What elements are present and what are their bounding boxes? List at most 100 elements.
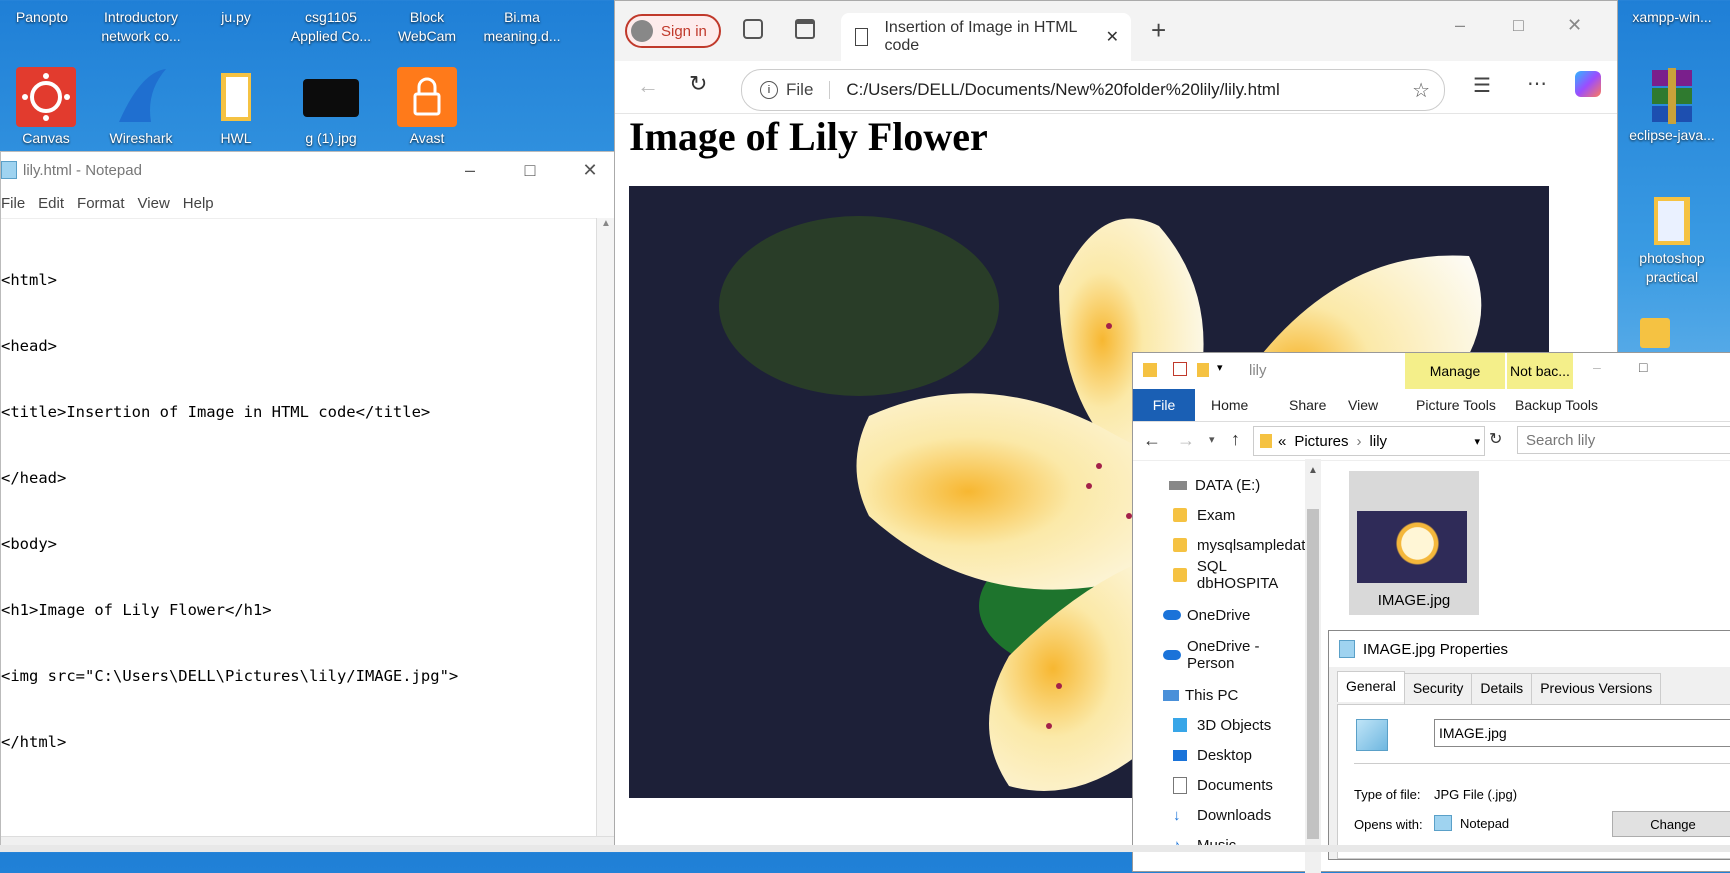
sign-in-button[interactable]: Sign in <box>625 14 721 48</box>
tab-previous-versions[interactable]: Previous Versions <box>1531 673 1662 704</box>
nav-label: Downloads <box>1197 806 1272 824</box>
file-name-field[interactable]: IMAGE.jpg <box>1434 719 1730 747</box>
desktop-icon-hwl[interactable]: HWL <box>191 67 281 148</box>
minimize-button[interactable]: – <box>1455 15 1465 36</box>
notepad-window: lily.html - Notepad – □ ✕ File Edit Form… <box>0 151 616 852</box>
nav-item-onedrive[interactable]: OneDrive <box>1163 601 1250 629</box>
nav-item-this-pc[interactable]: This PC <box>1163 681 1238 709</box>
nav-item-downloads[interactable]: ↓ Downloads <box>1173 801 1271 829</box>
ribbon-tab-view[interactable]: View <box>1348 397 1378 413</box>
tab-details[interactable]: Details <box>1471 673 1533 704</box>
scroll-thumb[interactable] <box>1307 509 1319 839</box>
vertical-scrollbar[interactable]: ▲ <box>596 218 615 837</box>
desktop-icon-xampp[interactable]: xampp-win... <box>1622 8 1722 27</box>
tab-actions-icon[interactable] <box>795 19 815 39</box>
menu-format[interactable]: Format <box>75 195 136 212</box>
ribbon-tab-home[interactable]: Home <box>1211 397 1248 413</box>
new-tab-button[interactable]: + <box>1151 15 1166 46</box>
dropdown-icon[interactable]: ▾ <box>1217 361 1223 374</box>
file-tile-image[interactable]: IMAGE.jpg <box>1349 471 1479 615</box>
maximize-button[interactable]: □ <box>1513 15 1524 36</box>
desktop-icon-label: network co... <box>101 28 181 44</box>
nav-item-exam[interactable]: Exam <box>1173 501 1235 529</box>
sign-in-label: Sign in <box>661 22 707 40</box>
ribbon-tab-file[interactable]: File <box>1133 389 1195 421</box>
menu-file[interactable]: File <box>1 195 36 212</box>
tab-general[interactable]: General <box>1337 671 1405 702</box>
forward-icon[interactable]: → <box>1177 430 1195 451</box>
back-icon[interactable]: ← <box>1143 430 1161 451</box>
scroll-up-arrow-icon[interactable]: ▲ <box>1305 465 1321 476</box>
notepad-text-area[interactable]: <html> <head> <title>Insertion of Image … <box>1 219 615 797</box>
manage-context-tab[interactable]: Manage <box>1405 353 1505 389</box>
new-folder-icon[interactable] <box>1197 363 1209 377</box>
desktop-icon-canvas[interactable]: Canvas <box>1 67 91 148</box>
tab-active[interactable]: Insertion of Image in HTML code ✕ <box>841 13 1131 61</box>
desktop-icon-avast[interactable]: Avast <box>382 67 472 148</box>
notepad-menubar: File Edit Format View Help <box>1 188 615 219</box>
maximize-button[interactable]: □ <box>501 152 559 188</box>
refresh-icon[interactable]: ↻ <box>1489 429 1502 449</box>
code-line: <img src="C:\Users\DELL\Pictures\lily/IM… <box>1 667 459 685</box>
desktop-icon-bima[interactable]: Bi.ma meaning.d... <box>477 8 567 46</box>
workspaces-icon[interactable] <box>743 19 763 39</box>
desktop-icon-csg1105[interactable]: csg1105 Applied Co... <box>286 8 376 46</box>
close-window-button[interactable]: ✕ <box>1567 15 1582 36</box>
minimize-button[interactable]: – <box>1593 359 1601 375</box>
breadcrumb-pictures[interactable]: Pictures <box>1294 433 1348 450</box>
breadcrumb-lily[interactable]: lily <box>1370 433 1388 450</box>
ribbon-tab-picture-tools[interactable]: Picture Tools <box>1416 397 1496 413</box>
nav-label: mysqlsampledat <box>1197 536 1306 554</box>
refresh-icon[interactable]: ↻ <box>689 71 707 97</box>
properties-check-icon[interactable] <box>1173 362 1187 376</box>
minimize-button[interactable]: – <box>441 152 499 188</box>
desktop-icon-panopto[interactable]: Panopto <box>0 8 87 27</box>
tab-security[interactable]: Security <box>1403 673 1473 704</box>
documents-icon <box>1173 776 1187 794</box>
close-tab-icon[interactable]: ✕ <box>1106 27 1119 47</box>
nav-item-documents[interactable]: Documents <box>1173 771 1273 799</box>
favorite-star-icon[interactable]: ☆ <box>1412 78 1430 103</box>
desktop-icon-g1-jpg[interactable]: g (1).jpg <box>286 67 376 148</box>
menu-view[interactable]: View <box>136 195 181 212</box>
desktop-icon-eclipse[interactable]: eclipse-java... <box>1622 68 1722 145</box>
address-bar[interactable]: i File C:/Users/DELL/Documents/New%20fol… <box>741 69 1445 111</box>
back-icon[interactable]: ← <box>637 73 659 99</box>
change-button[interactable]: Change <box>1612 811 1730 837</box>
up-icon[interactable]: ↑ <box>1231 429 1240 450</box>
ribbon-tab-share[interactable]: Share <box>1289 397 1326 413</box>
menu-edit[interactable]: Edit <box>36 195 75 212</box>
more-icon[interactable]: ⋯ <box>1527 71 1547 96</box>
breadcrumb[interactable]: « Pictures › lily ▾ <box>1253 426 1485 456</box>
scroll-up-arrow-icon[interactable]: ▲ <box>597 218 615 229</box>
nav-item-desktop[interactable]: Desktop <box>1173 741 1252 769</box>
chevron-down-icon[interactable]: ▾ <box>1474 435 1480 448</box>
folder-icon <box>1173 568 1187 582</box>
browser-tabbar: Sign in Insertion of Image in HTML code … <box>615 1 1617 61</box>
not-backed-up-context-tab[interactable]: Not bac... <box>1507 353 1573 389</box>
copilot-icon[interactable] <box>1575 71 1601 97</box>
nav-item-data-drive[interactable]: DATA (E:) <box>1169 471 1260 499</box>
desktop-icon-introductory-network[interactable]: Introductory network co... <box>96 8 186 46</box>
desktop-folder-partial[interactable] <box>1640 318 1670 348</box>
breadcrumb-overflow[interactable]: « <box>1278 433 1286 450</box>
nav-item-onedrive-personal[interactable]: OneDrive - Person <box>1163 638 1311 672</box>
recent-dropdown-icon[interactable]: ▾ <box>1209 433 1215 446</box>
profile-icon <box>631 20 653 42</box>
desktop-icon-photoshop-practical[interactable]: photoshop practical <box>1622 195 1722 287</box>
properties-dialog: IMAGE.jpg Properties General Security De… <box>1328 630 1730 860</box>
close-button[interactable]: ✕ <box>561 152 619 188</box>
desktop-icon-wireshark[interactable]: Wireshark <box>96 67 186 148</box>
ribbon-tab-backup-tools[interactable]: Backup Tools <box>1515 397 1598 413</box>
menu-help[interactable]: Help <box>181 195 225 212</box>
nav-item-mysqlsampledat[interactable]: mysqlsampledat <box>1173 531 1305 559</box>
nav-item-3d-objects[interactable]: 3D Objects <box>1173 711 1271 739</box>
browser-toolbar: ← ↻ i File C:/Users/DELL/Documents/New%2… <box>615 61 1617 114</box>
desktop-icon-block-webcam[interactable]: Block WebCam <box>382 8 472 46</box>
maximize-button[interactable]: □ <box>1639 359 1647 375</box>
favorites-icon[interactable]: ☰ <box>1473 73 1491 98</box>
nav-item-sql-dbhospita[interactable]: SQL dbHOSPITA <box>1173 558 1311 592</box>
search-input[interactable]: Search lily <box>1517 426 1730 454</box>
nav-scrollbar[interactable]: ▲ <box>1305 459 1321 873</box>
desktop-icon-ju-py[interactable]: ju.py <box>191 8 281 27</box>
